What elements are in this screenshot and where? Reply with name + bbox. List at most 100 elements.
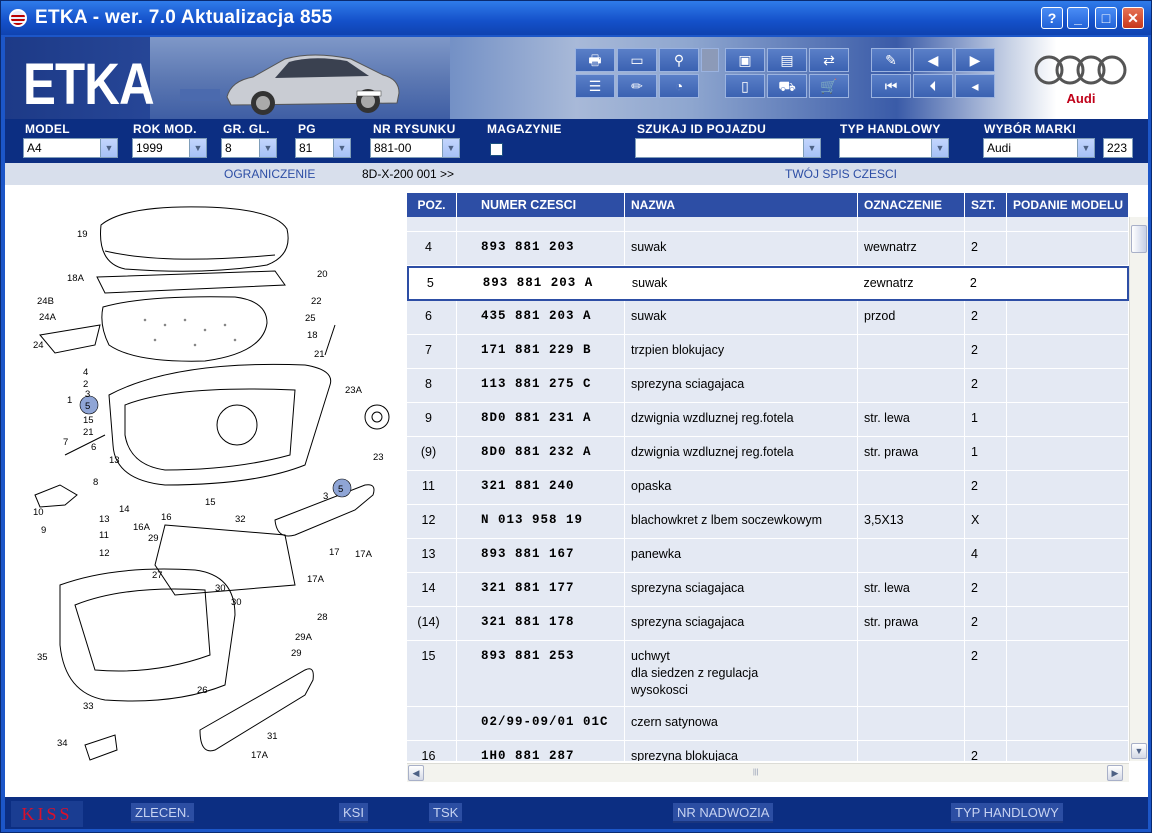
table-row[interactable]: 12 N 013 958 19 blachowkret z lbem soczewk…	[407, 505, 1129, 539]
exploded-diagram[interactable]: 19 20 18A 22 24B 25 24A 18 24 21 4 2 1 5…	[5, 185, 405, 797]
table-row[interactable]: (9) 8D0 881 232 Adzwignia wzdluznej reg.f…	[407, 437, 1129, 471]
close-button[interactable]: ✕	[1122, 7, 1144, 29]
cell-nazwa: czern satynowa	[625, 707, 858, 740]
cell-oznaczenie	[858, 741, 965, 761]
cell-nazwa: blachowkret z lbem soczewkowym	[625, 505, 858, 538]
cell-numer: 8D0 881 231 A	[457, 403, 625, 436]
table-row[interactable]: 14 321 881 177 sprezyna sciagajaca str. lew…	[407, 573, 1129, 607]
kiss-logo[interactable]: KISS	[11, 801, 83, 827]
col-poz[interactable]: POZ.	[407, 193, 457, 217]
cell-podanie	[1006, 268, 1128, 299]
ograniczenie-link[interactable]: OGRANICZENIE	[224, 167, 315, 181]
audi-label: Audi	[1066, 91, 1096, 106]
label-35: 35	[37, 652, 48, 663]
scroll-right-icon[interactable]: ▶	[1107, 765, 1123, 781]
app-icon[interactable]	[9, 9, 27, 27]
ksi-button[interactable]: KSI	[339, 803, 368, 823]
depot-icon[interactable]: ▤	[767, 48, 807, 72]
col-oznaczenie[interactable]: OZNACZENIE	[858, 193, 965, 217]
first-icon[interactable]: ⏮	[871, 74, 911, 98]
label-19: 19	[77, 229, 88, 240]
edit-icon[interactable]: ✏	[617, 74, 657, 98]
table-row[interactable]: 11 321 881 240 opaska 2	[407, 471, 1129, 505]
typ-label: TYP HANDLOWY	[840, 122, 941, 136]
cell-nazwa	[625, 217, 858, 231]
tsk-button[interactable]: TSK	[429, 803, 463, 823]
scroll-left-icon[interactable]: ◀	[408, 765, 424, 781]
label-21b: 21	[83, 427, 94, 438]
elsa-icon[interactable]: ▣	[725, 48, 765, 72]
prev-page-icon[interactable]: ◀	[913, 48, 953, 72]
grgl-select[interactable]: 8 ▼	[221, 138, 277, 158]
table-row[interactable]: 02/99-09/01 01C czern satynowa	[407, 707, 1129, 741]
horizontal-scrollbar[interactable]: ◀ ▶ |||	[407, 763, 1129, 782]
dashboard-icon[interactable]: ◔	[659, 74, 699, 98]
maximize-button[interactable]: □	[1095, 7, 1117, 29]
marka-select[interactable]: Audi ▼	[983, 138, 1095, 158]
pin-icon[interactable]: ✎	[871, 48, 911, 72]
cell-numer: N 013 958 19	[457, 505, 625, 538]
cell-oznaczenie	[858, 471, 965, 504]
left-icon[interactable]: ◂	[955, 74, 995, 98]
cart-transfer-icon[interactable]: ⇄	[809, 48, 849, 72]
col-podanie[interactable]: PODANIE MODELU	[1007, 193, 1129, 217]
cell-numer: 435 881 203 A	[457, 301, 625, 334]
table-row[interactable]: 6 435 881 203 Asuwak przod 2	[407, 301, 1129, 335]
col-nazwa[interactable]: NAZWA	[625, 193, 858, 217]
device-icon[interactable]: ▯	[725, 74, 765, 98]
back-icon[interactable]: ⏴	[913, 74, 953, 98]
cell-numer: 893 881 203 A	[459, 268, 626, 299]
cell-szt: 2	[965, 471, 1007, 504]
scroll-down-icon[interactable]: ▼	[1131, 743, 1147, 759]
window-icon[interactable]: ▭	[617, 48, 657, 72]
table-row[interactable]	[407, 217, 1129, 232]
col-numer[interactable]: NUMER CZESCI	[457, 193, 625, 217]
model-select[interactable]: A4 ▼	[23, 138, 118, 158]
table-row[interactable]: 7 171 881 229 Btrzpien blokujacy 2	[407, 335, 1129, 369]
zlecen-button[interactable]: ZLECEN.	[131, 803, 194, 823]
label-17a-3: 17A	[251, 750, 269, 761]
cell-numer: 893 881 167	[457, 539, 625, 572]
label-30b: 30	[231, 597, 242, 608]
label-29a-2: 29A	[295, 632, 313, 643]
print-icon[interactable]: 🖶	[575, 48, 615, 72]
spis-link[interactable]: TWÓJ SPIS CZESCI	[785, 167, 897, 181]
rok-select[interactable]: 1999 ▼	[132, 138, 207, 158]
scroll-thumb[interactable]	[1131, 225, 1147, 253]
cell-podanie	[1007, 217, 1129, 231]
cell-podanie	[1007, 573, 1129, 606]
cell-oznaczenie	[858, 641, 965, 706]
table-row[interactable]: (14) 321 881 178 sprezyna sciagajaca str. p…	[407, 607, 1129, 641]
cell-szt: 2	[965, 607, 1007, 640]
table-row[interactable]: 15 893 881 253 uchwyt dla siedzen z regula…	[407, 641, 1129, 707]
binoculars-icon[interactable]: ⚲	[659, 48, 699, 72]
cell-poz: 9	[407, 403, 457, 436]
vehicle-icon[interactable]: ⛟	[767, 74, 807, 98]
next-page-icon[interactable]: ▶	[955, 48, 995, 72]
label-28: 28	[317, 612, 328, 623]
cart-icon[interactable]: 🛒	[809, 74, 849, 98]
vertical-scrollbar[interactable]: ▼	[1129, 217, 1148, 761]
chevron-down-icon: ▼	[1077, 139, 1094, 157]
cell-nazwa: sprezyna blokujaca	[625, 741, 858, 761]
cell-oznaczenie	[858, 707, 965, 740]
table-row[interactable]: 13 893 881 167 panewka 4	[407, 539, 1129, 573]
cell-podanie	[1007, 471, 1129, 504]
nr-select[interactable]: 881-00 ▼	[370, 138, 460, 158]
table-row[interactable]: 9 8D0 881 231 Adzwignia wzdluznej reg.fot…	[407, 403, 1129, 437]
chevron-down-icon: ▼	[333, 139, 350, 157]
szukaj-select[interactable]: ▼	[635, 138, 821, 158]
pg-select[interactable]: 81 ▼	[295, 138, 351, 158]
col-szt[interactable]: SZT.	[965, 193, 1007, 217]
minimize-button[interactable]: _	[1067, 7, 1089, 29]
typ-handlowy-button[interactable]: TYP HANDLOWY	[951, 803, 1063, 823]
table-row[interactable]: 16 1H0 881 287 sprezyna blokujaca 2	[407, 741, 1129, 761]
list-icon[interactable]: ☰	[575, 74, 615, 98]
table-row[interactable]: 8 113 881 275 Csprezyna sciagajaca 2	[407, 369, 1129, 403]
table-row[interactable]: 5 893 881 203 Asuwak zewnatrz 2	[407, 266, 1129, 301]
nadwozia-button[interactable]: NR NADWOZIA	[673, 803, 774, 823]
table-row[interactable]: 4 893 881 203 suwak wewnatrz 2	[407, 232, 1129, 266]
help-button[interactable]: ?	[1041, 7, 1063, 29]
magazynie-checkbox[interactable]	[490, 143, 503, 156]
typ-select[interactable]: ▼	[839, 138, 949, 158]
